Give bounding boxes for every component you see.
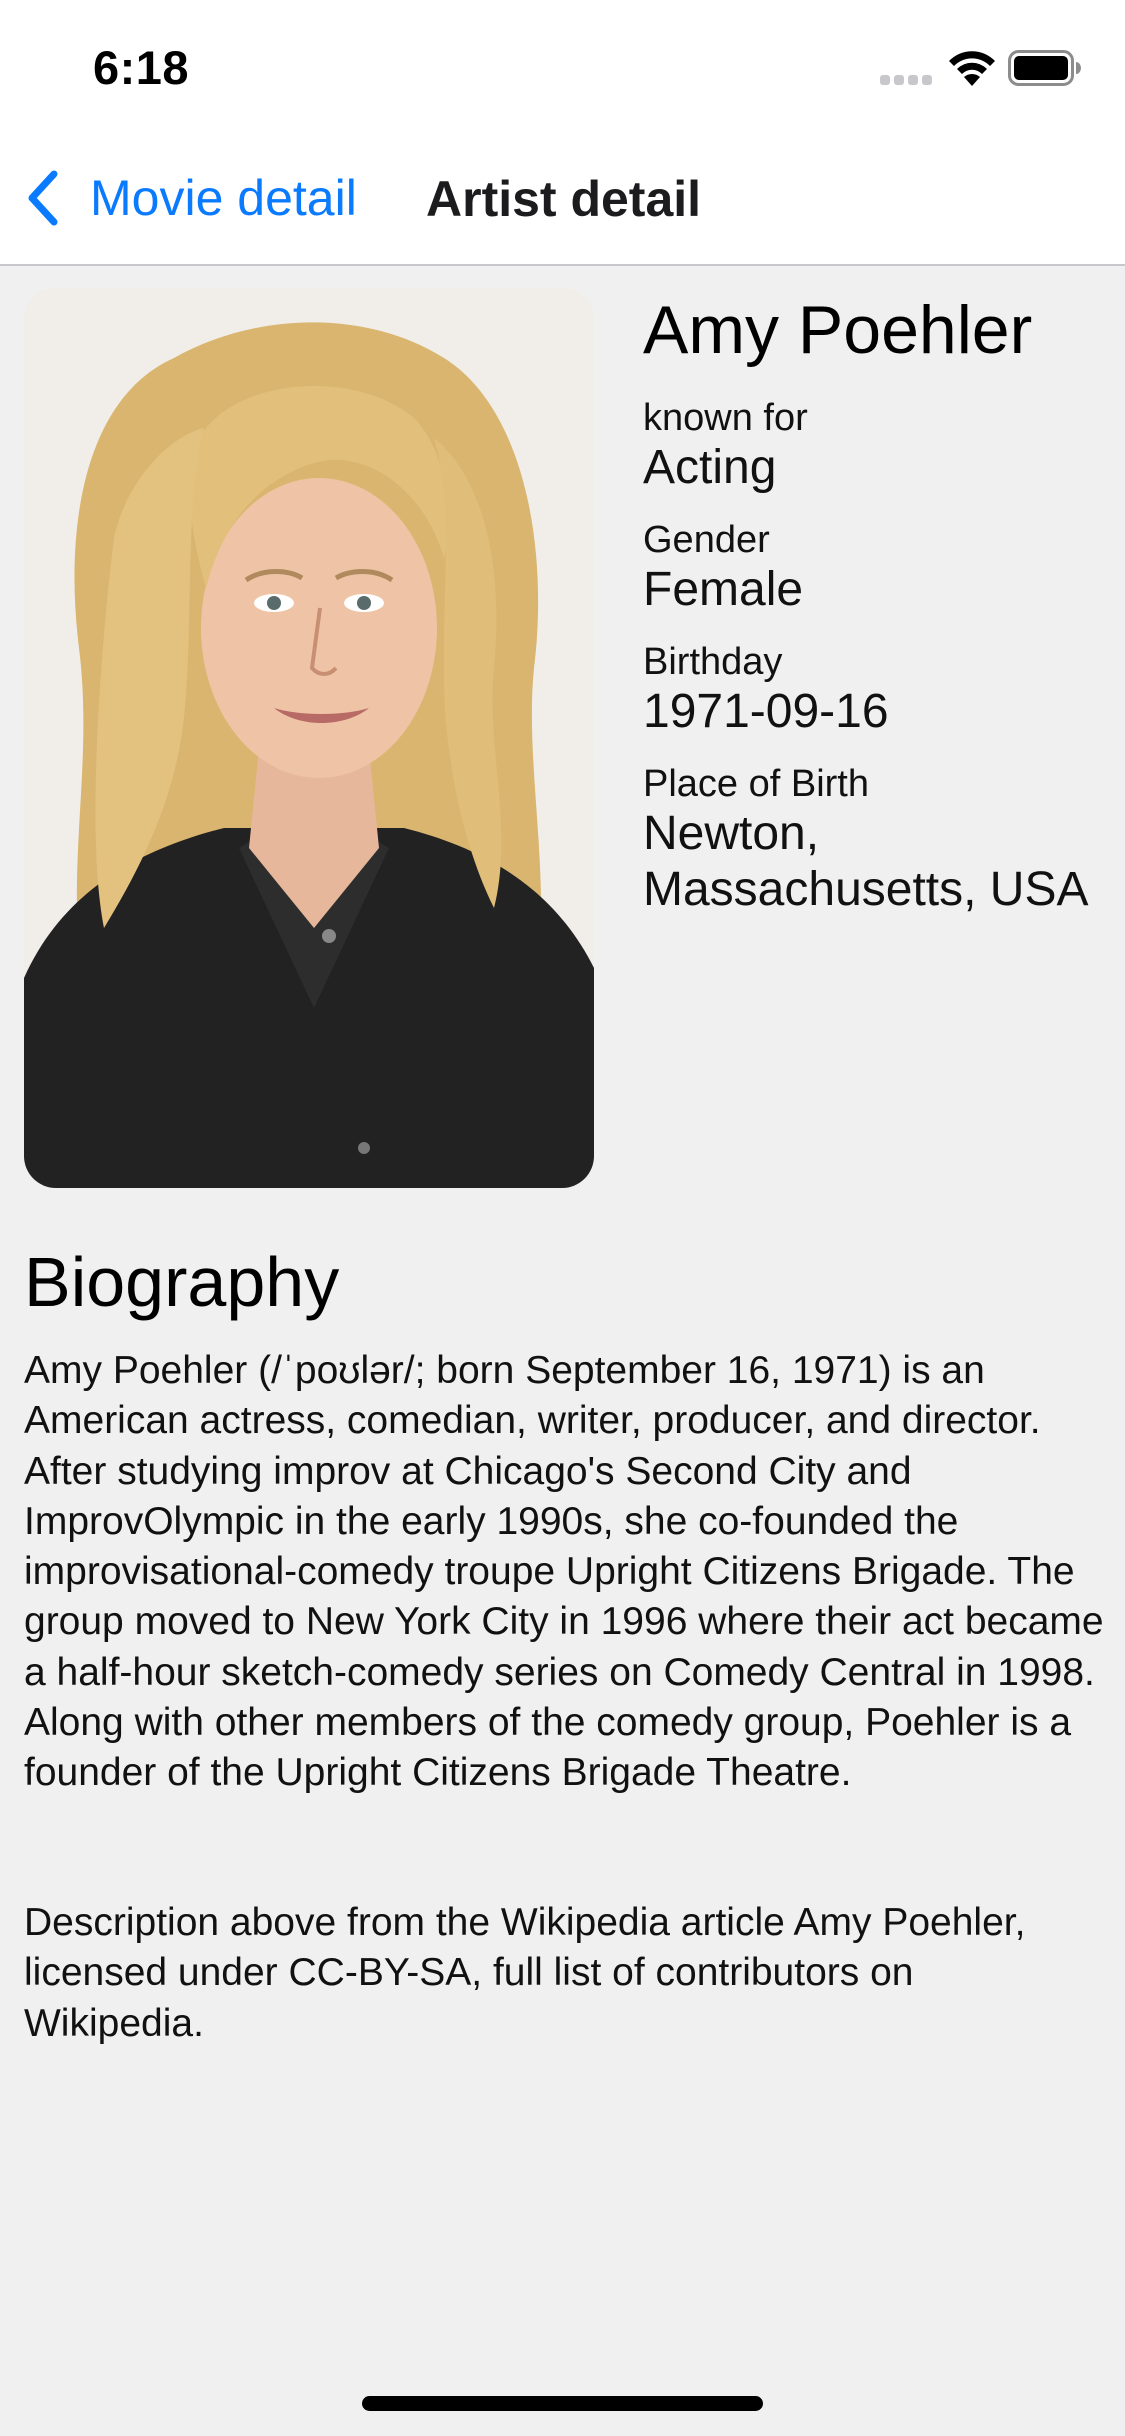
field-value: Newton, Massachusetts, USA	[643, 807, 1089, 916]
field-label: Gender	[643, 519, 770, 561]
status-bar: 6:18	[0, 0, 1125, 132]
field-label: Birthday	[643, 641, 783, 683]
artist-name: Amy Poehler	[643, 292, 1033, 368]
wifi-icon	[949, 51, 995, 86]
biography-heading: Biography	[24, 1243, 340, 1321]
field-value: 1971-09-16	[643, 685, 889, 738]
signal-icon	[880, 75, 934, 85]
field-birthday: Birthday 1971-09-16	[643, 640, 1113, 740]
chevron-left-icon	[28, 170, 58, 226]
back-button[interactable]: Movie detail	[24, 160, 357, 236]
artist-portrait	[24, 288, 594, 1188]
back-button-label: Movie detail	[90, 170, 357, 226]
field-value: Female	[643, 563, 804, 616]
status-time: 6:18	[93, 41, 190, 94]
field-value: Acting	[643, 441, 777, 494]
navigation-bar: Movie detail Artist detail	[0, 132, 1125, 266]
home-indicator[interactable]	[362, 2396, 763, 2411]
artist-info: Amy Poehler known for Acting Gender Fema…	[643, 290, 1113, 940]
field-known-for: known for Acting	[643, 396, 1113, 496]
attribution-text: Description above from the Wikipedia art…	[24, 1901, 1026, 2045]
field-label: known for	[643, 397, 808, 439]
field-gender: Gender Female	[643, 518, 1113, 618]
battery-icon	[1008, 50, 1081, 86]
field-place-of-birth: Place of Birth Newton, Massachusetts, US…	[643, 762, 1113, 918]
page-title: Artist detail	[426, 171, 702, 227]
biography-text: Amy Poehler (/ˈpoʊlər/; born September 1…	[24, 1349, 1104, 1795]
field-label: Place of Birth	[643, 763, 869, 805]
